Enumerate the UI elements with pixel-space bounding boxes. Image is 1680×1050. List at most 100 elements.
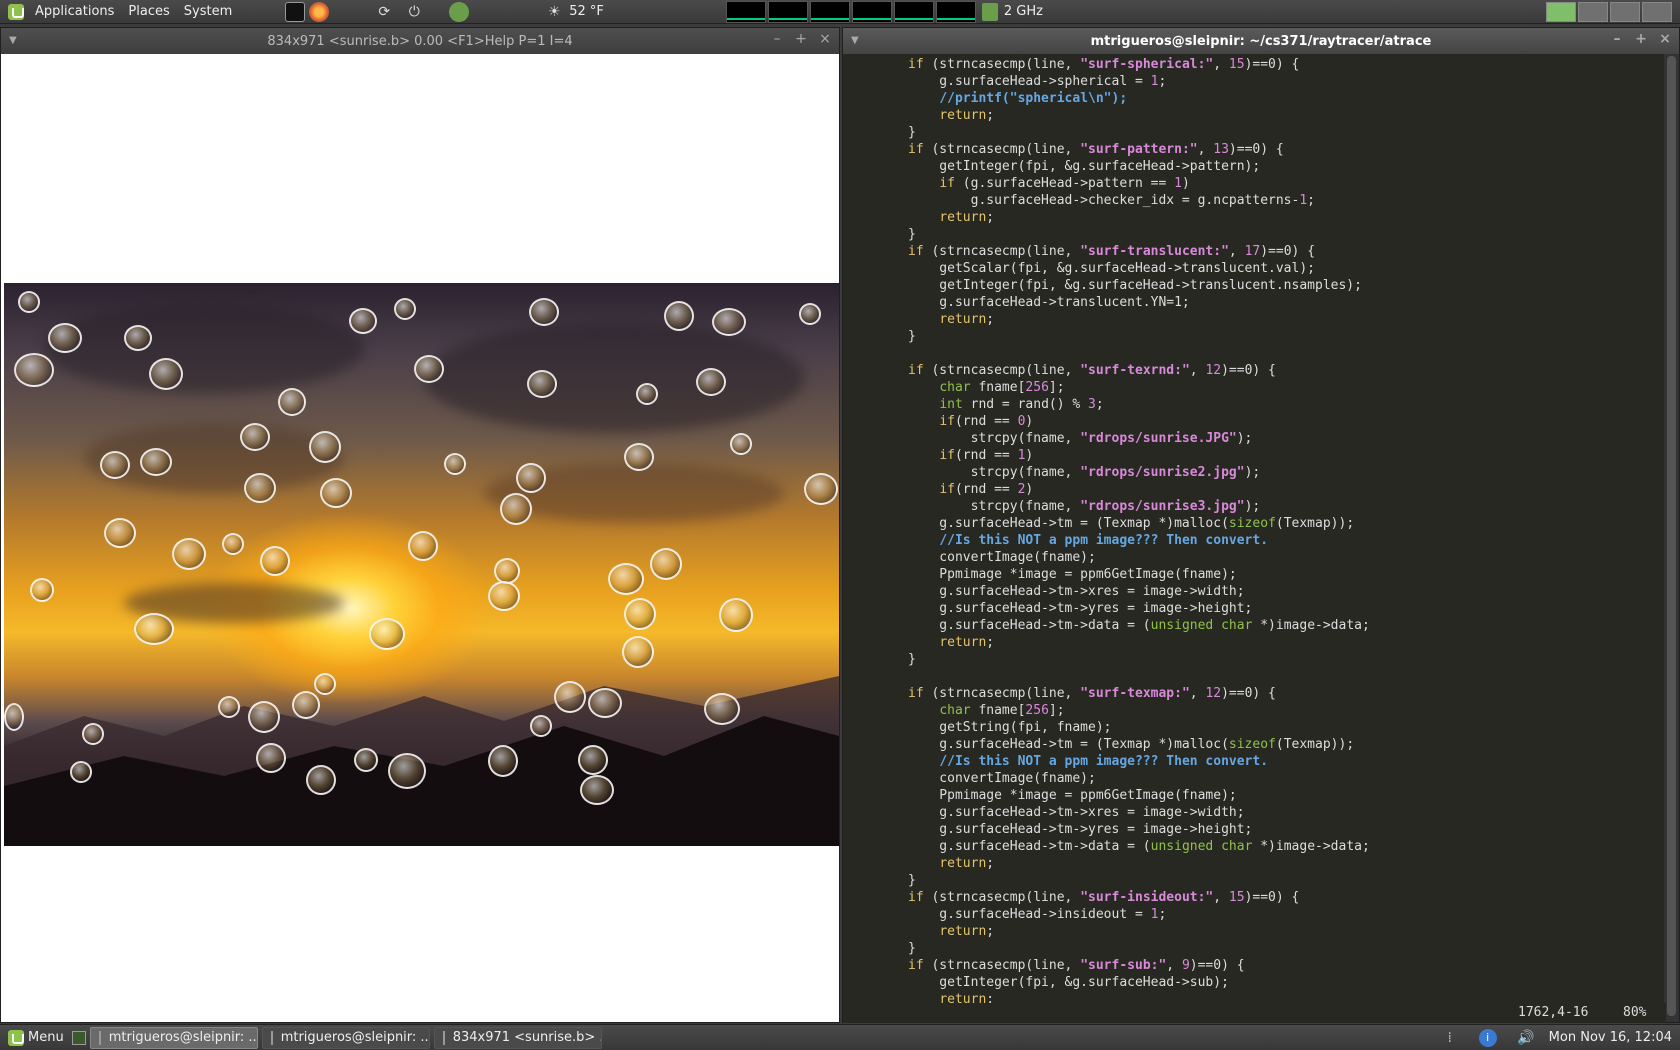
top-panel: Applications Places System ⟳ ⏻ ☀ 52 °F 2…: [0, 0, 1680, 24]
code-line: getScalar(fpi, &g.surfaceHead->transluce…: [908, 261, 1315, 276]
code-line: char fname[256];: [939, 380, 1065, 395]
code-line: g.surfaceHead->tm->xres = image->width;: [908, 805, 1245, 820]
keyboard-layout-icon[interactable]: ⁞: [1441, 1029, 1459, 1047]
terminal-icon: [98, 1030, 101, 1045]
menu-places[interactable]: Places: [121, 0, 176, 24]
code-line: if (strncasecmp(line, "surf-translucent:…: [908, 244, 1316, 259]
update-manager-icon[interactable]: [449, 1, 470, 22]
code-line: if (strncasecmp(line, "surf-texmap:", 12…: [908, 686, 1276, 701]
refresh-icon[interactable]: ⟳: [375, 3, 393, 21]
code-line: g.surfaceHead->tm->data = (unsigned char…: [908, 618, 1370, 633]
maximize-icon[interactable]: +: [1633, 31, 1649, 47]
viewer-title: 834x971 <sunrise.b> 0.00 <F1>Help P=1 I=…: [267, 33, 573, 49]
menu-applications[interactable]: Applications: [28, 0, 121, 24]
code-line: if (g.surfaceHead->pattern == 1): [939, 176, 1190, 191]
code-line: }: [908, 125, 916, 140]
code-line: ​: [908, 345, 1666, 362]
terminal-scrollbar[interactable]: [1664, 54, 1679, 1022]
task-terminal-1[interactable]: mtrigueros@sleipnir: ...: [89, 1026, 258, 1049]
code-line: ​: [908, 668, 1666, 685]
mountain-silhouette: [4, 676, 839, 846]
window-icon: [442, 1030, 445, 1045]
task-terminal-2[interactable]: mtrigueros@sleipnir: ...: [261, 1026, 430, 1049]
code-line: }: [908, 941, 916, 956]
terminal-launcher-icon[interactable]: [285, 1, 306, 22]
code-line: g.surfaceHead->tm = (Texmap *)malloc(siz…: [908, 737, 1355, 752]
code-line: g.surfaceHead->tm->yres = image->height;: [908, 601, 1253, 616]
minimize-icon[interactable]: –: [1609, 31, 1625, 47]
code-line: g.surfaceHead->tm = (Texmap *)malloc(siz…: [908, 516, 1355, 531]
maximize-icon[interactable]: +: [793, 31, 809, 47]
power-icon[interactable]: ⏻: [405, 3, 423, 21]
info-icon[interactable]: i: [1478, 1028, 1497, 1047]
workspace-2[interactable]: [1578, 1, 1608, 22]
file-percent: 80%: [1623, 1005, 1647, 1020]
code-line: getInteger(fpi, &g.surfaceHead->sub);: [908, 975, 1229, 990]
task-label: mtrigueros@sleipnir: ...: [108, 1030, 258, 1045]
code-line: Ppmimage *image = ppm6GetImage(fname);: [908, 567, 1237, 582]
image-canvas[interactable]: [1, 54, 839, 1022]
viewer-titlebar[interactable]: ▼ 834x971 <sunrise.b> 0.00 <F1>Help P=1 …: [1, 28, 839, 54]
code-line: }: [908, 227, 916, 242]
code-line: g.surfaceHead->insideout = 1;: [908, 907, 1167, 922]
code-line: //printf("spherical\n");: [939, 91, 1128, 106]
mint-logo-icon[interactable]: [8, 3, 24, 20]
menu-button[interactable]: Menu: [28, 1030, 64, 1045]
code-line: getInteger(fpi, &g.surfaceHead->transluc…: [908, 278, 1362, 293]
code-line: g.surfaceHead->spherical = 1;: [908, 74, 1167, 89]
code-line: //Is this NOT a ppm image??? Then conver…: [939, 533, 1269, 548]
clock[interactable]: Mon Nov 16, 12:04: [1549, 1030, 1672, 1045]
terminal-titlebar[interactable]: ▼ mtrigueros@sleipnir: ~/cs371/raytracer…: [843, 28, 1679, 54]
task-label: mtrigueros@sleipnir: ...: [280, 1030, 430, 1045]
workspace-3[interactable]: [1610, 1, 1640, 22]
code-line: convertImage(fname);: [908, 771, 1096, 786]
load-graph: [893, 0, 934, 23]
scrollbar-thumb[interactable]: [1667, 56, 1676, 1016]
task-image-viewer[interactable]: 834x971 <sunrise.b> ...: [433, 1026, 602, 1049]
code-line: g.surfaceHead->tm->xres = image->width;: [908, 584, 1245, 599]
show-desktop-icon[interactable]: [71, 1030, 86, 1045]
code-line: int rnd = rand() % 3;: [939, 397, 1104, 412]
vim-status-line: 1762,4-16 80%: [843, 1003, 1666, 1023]
code-line: //Is this NOT a ppm image??? Then conver…: [939, 754, 1269, 769]
window-menu-icon[interactable]: ▼: [851, 35, 859, 46]
firefox-launcher-icon[interactable]: [309, 1, 330, 22]
code-line: }: [908, 329, 916, 344]
code-line: strcpy(fname, "rdrops/sunrise3.jpg");: [908, 499, 1261, 514]
task-label: 834x971 <sunrise.b> ...: [452, 1030, 602, 1045]
code-line: return;: [939, 635, 995, 650]
vim-editor-buffer[interactable]: if (strncasecmp(line, "surf-spherical:",…: [843, 54, 1666, 1022]
code-line: g.surfaceHead->checker_idx = g.ncpattern…: [908, 193, 1315, 208]
code-line: Ppmimage *image = ppm6GetImage(fname);: [908, 788, 1237, 803]
workspace-1[interactable]: [1546, 1, 1576, 22]
menu-system[interactable]: System: [177, 0, 239, 24]
workspace-4[interactable]: [1642, 1, 1672, 22]
code-line: if (strncasecmp(line, "surf-spherical:",…: [908, 57, 1300, 72]
sun-weather-icon: ☀: [547, 3, 561, 20]
code-line: if (strncasecmp(line, "surf-insideout:",…: [908, 890, 1300, 905]
network-graph: [809, 0, 850, 23]
swap-graph: [851, 0, 892, 23]
cursor-position: 1762,4-16: [1518, 1005, 1589, 1020]
cpu-frequency: 2 GHz: [1003, 4, 1043, 19]
code-line: strcpy(fname, "rdrops/sunrise2.jpg");: [908, 465, 1261, 480]
disk-graph: [935, 0, 976, 23]
bottom-panel: Menu mtrigueros@sleipnir: ... mtrigueros…: [0, 1024, 1680, 1050]
close-icon[interactable]: ×: [1657, 31, 1673, 47]
mint-menu-icon[interactable]: [8, 1029, 24, 1046]
terminal-icon: [270, 1030, 273, 1045]
image-viewer-window: ▼ 834x971 <sunrise.b> 0.00 <F1>Help P=1 …: [0, 27, 840, 1023]
minimize-icon[interactable]: –: [769, 31, 785, 47]
code-line: if (strncasecmp(line, "surf-texrnd:", 12…: [908, 363, 1276, 378]
code-line: return;: [939, 108, 995, 123]
code-line: return;: [939, 924, 995, 939]
cpu-frequency-icon: [981, 2, 998, 21]
memory-graph: [767, 0, 808, 23]
code-line: if(rnd == 0): [939, 414, 1034, 429]
code-line: g.surfaceHead->tm->yres = image->height;: [908, 822, 1253, 837]
weather-temperature: 52 °F: [569, 4, 604, 19]
close-icon[interactable]: ×: [817, 31, 833, 47]
code-line: getInteger(fpi, &g.surfaceHead->pattern)…: [908, 159, 1261, 174]
window-menu-icon[interactable]: ▼: [9, 35, 17, 46]
volume-icon[interactable]: 🔊: [1517, 1029, 1535, 1047]
